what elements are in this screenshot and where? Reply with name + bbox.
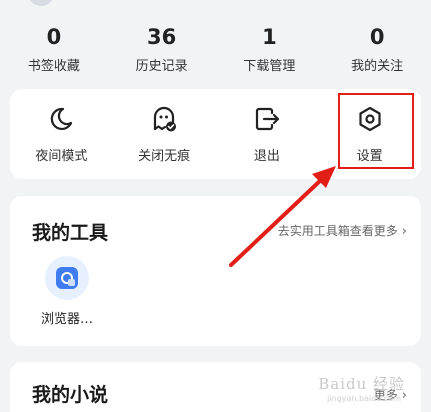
night-mode-label: 夜间模式: [35, 149, 88, 164]
ghost-icon: [113, 105, 216, 137]
exit-label: 退出: [253, 149, 280, 164]
stat-label: 历史记录: [135, 59, 188, 74]
stat-downloads[interactable]: 1 下载管理: [216, 22, 324, 78]
section-title: 我的工具: [32, 222, 109, 244]
section-title: 我的小说: [32, 384, 109, 406]
stat-following[interactable]: 0 我的关注: [323, 22, 431, 78]
tool-item-label: 浏览器…: [40, 312, 93, 327]
browser-app-icon: [45, 256, 89, 300]
stat-value: 1: [262, 25, 277, 49]
exit-icon: [216, 105, 319, 137]
night-mode-button[interactable]: 夜间模式: [10, 89, 113, 179]
toolbox-more-link[interactable]: 去实用工具箱查看更多 ›: [278, 222, 407, 239]
stat-value: 36: [147, 25, 177, 49]
moon-icon: [10, 105, 113, 137]
chevron-right-icon: ›: [401, 224, 407, 239]
stat-bookmarks[interactable]: 0 书签收藏: [0, 22, 108, 78]
stat-history[interactable]: 36 历史记录: [108, 22, 216, 78]
profile-page: 0 书签收藏 36 历史记录 1 下载管理 0 我的关注 夜间模式 关闭无痕 退…: [0, 0, 431, 412]
watermark-url: jingyan.baidu.com: [327, 394, 401, 403]
toolbox-more-label: 去实用工具箱查看更多: [277, 224, 398, 238]
incognito-off-label: 关闭无痕: [138, 149, 191, 164]
stat-label: 我的关注: [351, 59, 404, 74]
incognito-off-button[interactable]: 关闭无痕: [113, 89, 216, 179]
stat-label: 书签收藏: [27, 59, 80, 74]
stat-value: 0: [46, 25, 62, 49]
settings-highlight-box: [338, 93, 414, 169]
tool-item-browser[interactable]: 浏览器…: [32, 256, 102, 327]
exit-button[interactable]: 退出: [216, 89, 319, 179]
baidu-watermark: Baidu 经验: [318, 375, 405, 393]
my-tools-card: 我的工具 去实用工具箱查看更多 › 浏览器…: [10, 196, 421, 346]
stats-row: 0 书签收藏 36 历史记录 1 下载管理 0 我的关注: [0, 22, 431, 78]
avatar[interactable]: [28, 0, 54, 6]
stat-value: 0: [369, 25, 385, 49]
stat-label: 下载管理: [243, 59, 296, 74]
